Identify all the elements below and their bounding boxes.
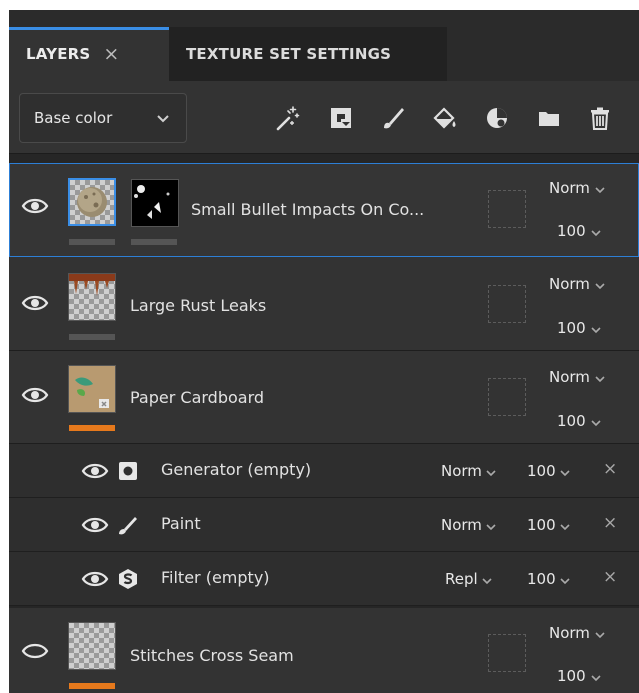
chevron-down-icon [560, 571, 570, 589]
effect-name: Paint [161, 514, 201, 533]
layer-thumbnail[interactable] [68, 273, 116, 321]
layer-color-bar [69, 683, 115, 689]
trash-icon[interactable] [587, 105, 613, 131]
layer-name: Stitches Cross Seam [130, 646, 294, 665]
paint-brush-icon[interactable] [381, 105, 407, 131]
blend-mode-dropdown[interactable]: Norm [441, 462, 496, 481]
visibility-eye-icon[interactable] [21, 196, 49, 216]
tab-layers[interactable]: LAYERS × [9, 27, 169, 81]
layers-toolbar: Base color [9, 81, 639, 154]
tab-layers-label: LAYERS [26, 45, 91, 63]
layer-color-bar [69, 425, 115, 431]
layer-row[interactable]: Small Bullet Impacts On Co... Norm 100 [9, 163, 639, 257]
remove-effect-close-icon[interactable]: × [603, 513, 617, 533]
folder-icon[interactable] [536, 105, 562, 131]
opacity-dropdown[interactable]: 100 [557, 319, 601, 338]
visibility-eye-icon[interactable] [21, 293, 49, 313]
generator-icon [117, 460, 139, 482]
effect-row-paint[interactable]: Paint Norm 100 × [9, 498, 639, 552]
layer-row[interactable]: Paper Cardboard Norm 100 [9, 351, 639, 444]
remove-effect-close-icon[interactable]: × [603, 459, 617, 479]
effect-name: Filter (empty) [161, 568, 270, 587]
chevron-down-icon [560, 463, 570, 481]
chevron-down-icon [591, 668, 601, 686]
chevron-down-icon [486, 463, 496, 481]
smart-material-icon[interactable] [328, 105, 354, 131]
effect-row-generator[interactable]: Generator (empty) Norm 100 × [9, 444, 639, 498]
blend-mode-dropdown[interactable]: Repl [445, 570, 492, 589]
smart-mask-icon[interactable] [484, 105, 510, 131]
chevron-down-icon [595, 276, 605, 294]
empty-mask-slot[interactable] [488, 378, 526, 416]
chevron-down-icon [482, 571, 492, 589]
layer-mask-thumbnail[interactable] [131, 179, 179, 227]
layer-row[interactable]: Large Rust Leaks Norm 100 [9, 257, 639, 351]
chevron-down-icon [560, 517, 570, 535]
chevron-down-icon [591, 223, 601, 241]
channel-select-value: Base color [34, 109, 113, 127]
remove-effect-close-icon[interactable]: × [603, 567, 617, 587]
fill-bucket-icon[interactable] [432, 105, 458, 131]
chevron-down-icon [591, 413, 601, 431]
opacity-dropdown[interactable]: 100 [527, 462, 570, 481]
opacity-dropdown[interactable]: 100 [527, 570, 570, 589]
tab-close-icon[interactable]: × [103, 43, 119, 65]
opacity-dropdown[interactable]: 100 [557, 222, 601, 241]
active-tab-indicator [9, 27, 169, 30]
layer-color-bar [69, 239, 115, 245]
visibility-eye-icon[interactable] [81, 461, 109, 481]
chevron-down-icon [486, 517, 496, 535]
tab-texture-set-settings[interactable]: TEXTURE SET SETTINGS [169, 27, 447, 81]
opacity-dropdown[interactable]: 100 [557, 667, 601, 686]
visibility-eye-icon[interactable] [81, 515, 109, 535]
layer-thumbnail[interactable] [68, 178, 116, 226]
effect-name: Generator (empty) [161, 460, 312, 479]
visibility-eye-icon[interactable] [81, 569, 109, 589]
layer-name: Paper Cardboard [130, 388, 265, 407]
chevron-down-icon [156, 110, 170, 128]
layer-thumbnail[interactable] [68, 365, 116, 413]
layer-color-bar [69, 334, 115, 340]
chevron-down-icon [595, 180, 605, 198]
opacity-dropdown[interactable]: 100 [557, 412, 601, 431]
opacity-dropdown[interactable]: 100 [527, 516, 570, 535]
layer-name: Small Bullet Impacts On Co... [191, 200, 425, 219]
chevron-down-icon [595, 625, 605, 643]
blend-mode-dropdown[interactable]: Norm [549, 624, 605, 643]
chevron-down-icon [595, 369, 605, 387]
blend-mode-dropdown[interactable]: Norm [441, 516, 496, 535]
layer-row[interactable]: Stitches Cross Seam Norm 100 [9, 608, 639, 693]
blend-mode-dropdown[interactable]: Norm [549, 179, 605, 198]
chevron-down-icon [591, 320, 601, 338]
blend-mode-dropdown[interactable]: Norm [549, 368, 605, 387]
layer-thumbnail[interactable] [68, 622, 116, 670]
blend-mode-dropdown[interactable]: Norm [549, 275, 605, 294]
effect-row-filter[interactable]: Filter (empty) Repl 100 × [9, 552, 639, 606]
filter-icon [117, 568, 139, 590]
empty-mask-slot[interactable] [488, 190, 526, 228]
layers-panel: LAYERS × TEXTURE SET SETTINGS Base color [9, 10, 639, 693]
channel-select[interactable]: Base color [19, 93, 187, 143]
tab-bar: LAYERS × TEXTURE SET SETTINGS [9, 10, 639, 81]
mask-color-bar [131, 239, 177, 245]
layer-name: Large Rust Leaks [130, 296, 267, 315]
paint-brush-icon [117, 514, 139, 536]
visibility-eye-closed-icon[interactable] [21, 641, 49, 661]
tab-texture-set-settings-label: TEXTURE SET SETTINGS [186, 45, 392, 63]
visibility-eye-icon[interactable] [21, 385, 49, 405]
magic-wand-icon[interactable] [275, 105, 301, 131]
empty-mask-slot[interactable] [488, 634, 526, 672]
empty-mask-slot[interactable] [488, 285, 526, 323]
